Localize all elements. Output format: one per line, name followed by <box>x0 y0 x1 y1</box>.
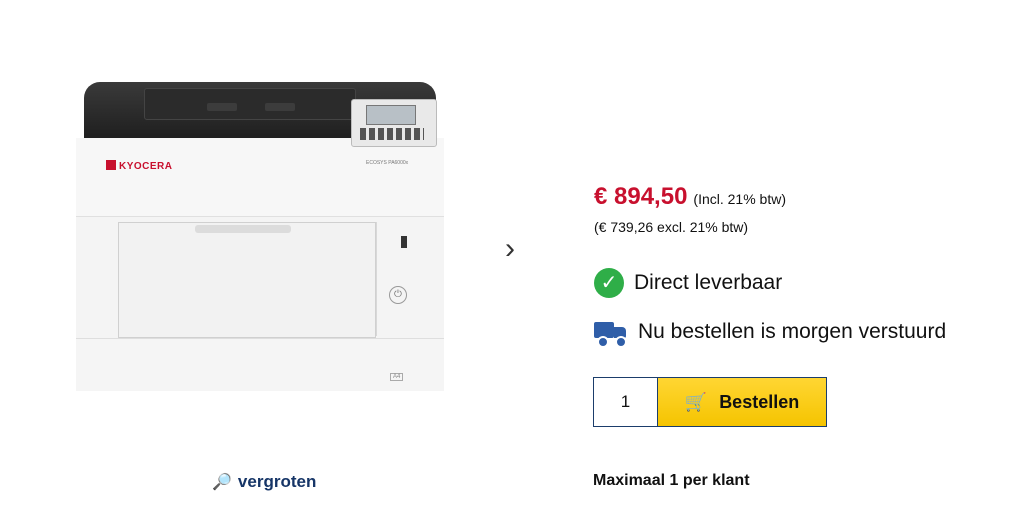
paper-cassette: A4 <box>76 338 444 391</box>
check-icon: ✓ <box>594 268 624 298</box>
control-panel <box>351 99 437 147</box>
stock-status: ✓ Direct leverbaar <box>594 268 782 298</box>
order-limit: Maximaal 1 per klant <box>593 472 750 489</box>
shipping-text: Nu bestellen is morgen verstuurd <box>638 320 947 343</box>
truck-icon <box>594 318 628 348</box>
stock-text: Direct leverbaar <box>634 271 783 294</box>
cart-icon: 🛒 <box>684 391 708 412</box>
product-image[interactable]: KYOCERA ECOSYS PA6000x ⏻ A4 <box>76 82 444 391</box>
power-icon: ⏻ <box>389 286 407 304</box>
incl-vat: (Incl. 21% btw) <box>693 191 787 207</box>
magnifier-icon: 🔎 <box>212 474 232 491</box>
chevron-right-icon[interactable]: › <box>498 234 522 264</box>
printer-body: KYOCERA ECOSYS PA6000x ⏻ A4 <box>76 138 444 391</box>
usb-port-icon <box>401 236 407 248</box>
front-tray <box>118 222 376 338</box>
brand-logo: KYOCERA <box>106 160 173 172</box>
order-form: 🛒 Bestellen <box>593 377 827 427</box>
side-panel: ⏻ <box>376 222 417 336</box>
excl-vat: (€ 739,26 excl. 21% btw) <box>594 219 749 235</box>
keypad <box>360 128 424 140</box>
price: € 894,50 <box>594 183 688 210</box>
shipping-status: Nu bestellen is morgen verstuurd <box>594 318 947 348</box>
model-label: ECOSYS PA6000x <box>366 160 409 166</box>
quantity-input[interactable] <box>594 378 658 426</box>
enlarge-label: vergroten <box>237 472 317 491</box>
enlarge-link[interactable]: 🔎 vergroten <box>212 472 316 492</box>
order-button[interactable]: 🛒 Bestellen <box>658 378 826 426</box>
price-line: € 894,50 (Incl. 21% btw) <box>594 183 786 211</box>
tray-size-label: A4 <box>390 373 404 381</box>
order-button-label: Bestellen <box>719 391 800 412</box>
output-tray <box>144 88 356 120</box>
lcd-screen <box>366 105 416 125</box>
